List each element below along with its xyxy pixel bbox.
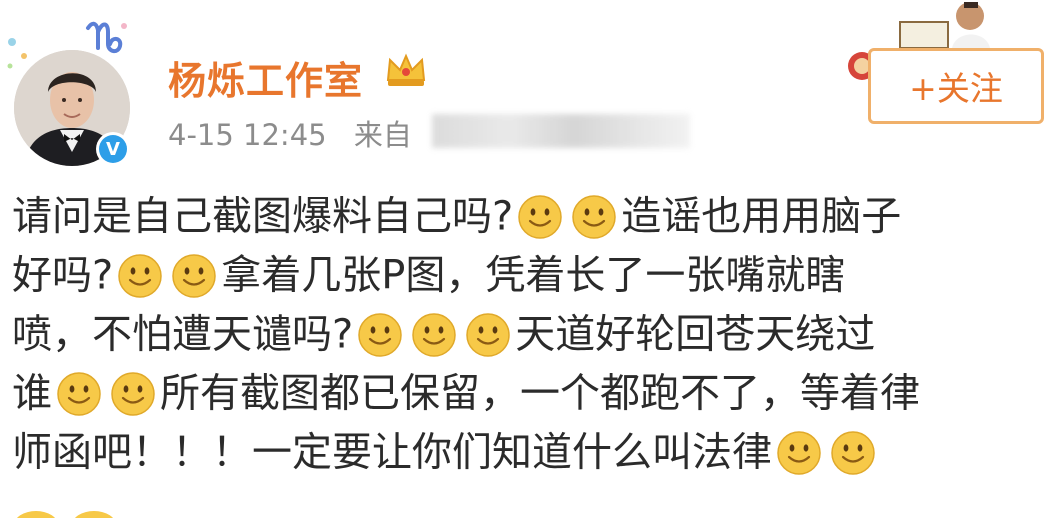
post-text-segment: 请问是自己截图爆料自己吗? — [12, 193, 514, 240]
post-text-segment: 所有截图都已保留，一个都跑不了，等着律 — [160, 370, 920, 417]
post-text-segment: 好吗? — [12, 252, 114, 299]
post-text-segment: 天道好轮回苍天绕过 — [515, 311, 876, 358]
smile-emoji-icon — [56, 371, 102, 417]
smile-emoji-icon — [117, 253, 163, 299]
smile-emoji-icon — [465, 312, 511, 358]
smile-emoji-icon — [571, 194, 617, 240]
post-text-line: 谁 所有截图都已保留，一个都跑不了，等着律 — [12, 363, 1042, 422]
post-meta: 4-15 12:45 来自 — [168, 112, 412, 154]
post-text-line: 好吗? 拿着几张P图，凭着长了一张嘴就瞎 — [12, 245, 1042, 304]
follow-button[interactable]: +关注 — [868, 48, 1044, 124]
smile-emoji-icon — [357, 312, 403, 358]
smile-emoji-icon — [776, 430, 822, 476]
cut-off-emoji-row — [12, 506, 212, 518]
crown-icon — [386, 53, 426, 86]
post-text-segment: 谁 — [12, 370, 52, 417]
verified-mark: V — [99, 135, 127, 163]
post-text-line: 请问是自己截图爆料自己吗? 造谣也用用脑子 — [12, 186, 1042, 245]
post-text-segment: 喷，不怕遭天谴吗? — [12, 311, 354, 358]
smile-emoji-icon — [171, 253, 217, 299]
post-text-segment: 师函吧！！！一定要让你们知道什么叫法律 — [12, 429, 772, 476]
post-text-line: 喷，不怕遭天谴吗? 天道好轮回苍天绕过 — [12, 304, 1042, 363]
post-timestamp: 4-15 12:45 — [168, 118, 327, 152]
smile-emoji-icon — [517, 194, 563, 240]
post-source-label: 来自 — [353, 118, 412, 152]
post-text-line: 师函吧！！！一定要让你们知道什么叫法律 — [12, 422, 1042, 481]
smile-emoji-icon — [110, 371, 156, 417]
author-name[interactable]: 杨烁工作室 — [168, 50, 363, 105]
blurred-source — [432, 114, 690, 148]
post-text-segment: 拿着几张P图，凭着长了一张嘴就瞎 — [221, 252, 846, 299]
avatar-container[interactable]: V — [4, 10, 144, 166]
capricorn-icon — [86, 21, 127, 53]
post-body: 请问是自己截图爆料自己吗? 造谣也用用脑子好吗? 拿着几张P图，凭着长了一张嘴就瞎喷… — [12, 186, 1042, 481]
smile-emoji-icon — [411, 312, 457, 358]
post-text-segment: 造谣也用用脑子 — [621, 193, 902, 240]
verified-icon: V — [96, 132, 130, 166]
smile-emoji-icon — [830, 430, 876, 476]
